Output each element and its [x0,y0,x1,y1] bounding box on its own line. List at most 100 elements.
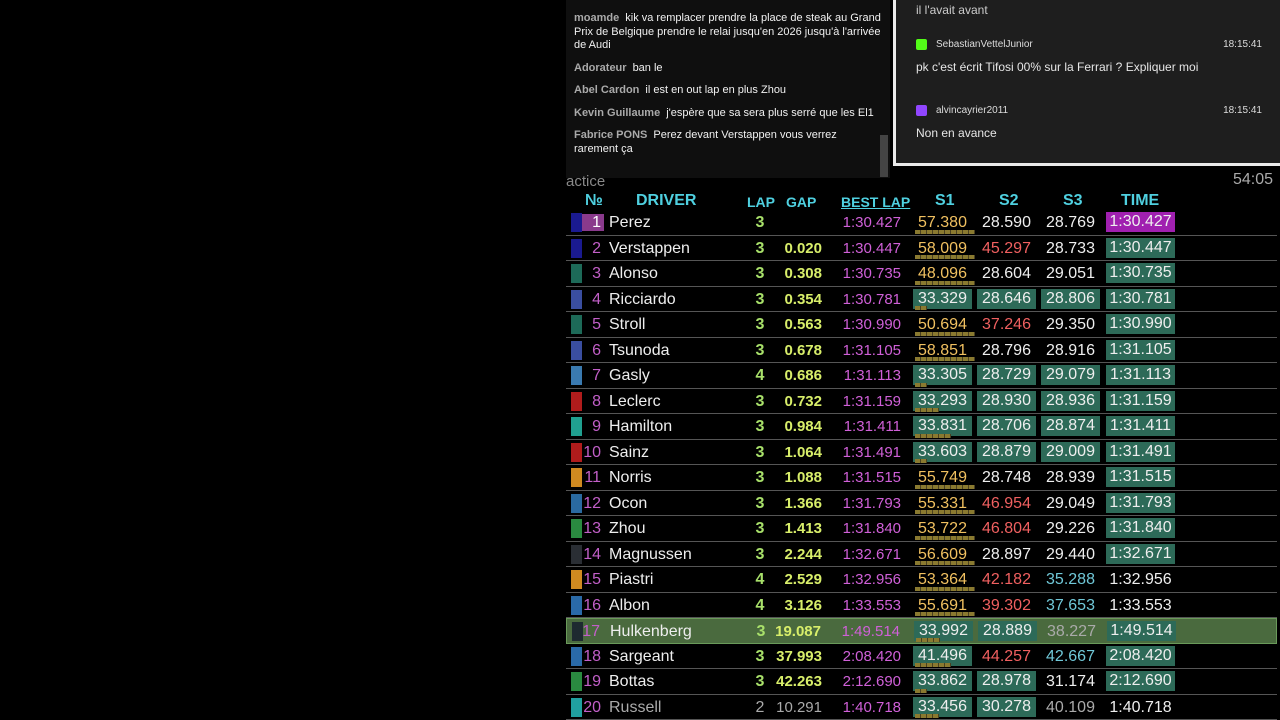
sector-2: 28.796 [982,341,1031,359]
lap-count: 3 [755,469,765,486]
team-color-bar [571,264,582,283]
driver-row[interactable]: 6 Tsunoda 3 0.678 1:31.105 58.851 28.796… [566,338,1277,363]
lap-time: 1:31.113 [1106,365,1175,385]
driver-row[interactable]: 8 Leclerc 3 0.732 1:31.159 33.293 28.930… [566,389,1277,414]
chat-message: Fabrice PONS Perez devant Verstappen vous… [574,129,882,156]
minisector-bar [915,663,951,667]
driver-row[interactable]: 18 Sargeant 3 37.993 2:08.420 41.496 44.… [566,644,1277,669]
driver-row[interactable]: 5 Stroll 3 0.563 1:30.990 50.694 37.246 … [566,312,1277,338]
sector-2: 37.246 [982,316,1031,333]
gap: 42.263 [776,673,822,690]
sector-3: 28.806 [1041,288,1100,309]
driver-row[interactable]: 19 Bottas 3 42.263 2:12.690 33.862 28.97… [566,669,1277,695]
chat-message: Kevin Guillaume j'espère que sa sera plus… [574,107,882,121]
lap-count: 3 [755,418,765,435]
driver-row[interactable]: 4 Ricciardo 3 0.354 1:30.781 33.329 28.6… [566,287,1277,312]
position: 3 [592,265,601,282]
driver-row[interactable]: 20 Russell 2 10.291 1:40.718 33.456 30.2… [566,695,1277,720]
gap: 0.563 [784,316,822,333]
sector-2: 39.302 [982,596,1031,614]
driver-row[interactable]: 12 Ocon 3 1.366 1:31.793 55.331 46.954 2… [566,491,1277,516]
minisector-bar [915,433,951,438]
sector-3: 28.874 [1041,416,1100,436]
lap-count: 3 [755,494,765,512]
lap-count: 3 [756,623,766,640]
driver-name: Norris [609,469,652,486]
position: 17 [582,623,600,640]
lap-count: 3 [755,290,765,308]
gap: 19.087 [775,623,821,640]
header-lap: LAP [747,194,775,210]
driver-row[interactable]: 1 Perez 3 1:30.427 57.380 28.590 28.769 … [566,210,1277,236]
lap-count: 4 [755,367,765,384]
team-color-bar [571,697,582,717]
session-label: actice [566,173,606,190]
sector-2: 28.729 [977,365,1036,385]
team-color-bar [571,417,582,436]
minisector-bar [915,459,927,463]
minisector-bar [915,561,975,565]
sector-2: 28.889 [978,621,1037,641]
chat-author: Adorateur [574,61,627,74]
lap-time: 1:31.840 [1106,518,1175,538]
driver-row[interactable]: 2 Verstappen 3 0.020 1:30.447 58.009 45.… [566,236,1277,261]
lap-time: 1:32.671 [1106,543,1175,564]
chat-author: Abel Cardon [574,84,640,96]
gap: 0.020 [784,239,822,257]
sector-2: 44.257 [982,647,1031,665]
driver-name: Russell [609,698,662,716]
twitch-icon [916,105,927,116]
gap: 0.686 [784,367,822,384]
sector-3: 29.350 [1046,316,1095,333]
sector-3: 28.733 [1046,239,1095,257]
driver-row[interactable]: 15 Piastri 4 2.529 1:32.956 53.364 42.18… [566,567,1277,593]
lap-time: 2:12.690 [1106,671,1175,691]
driver-name: Hulkenberg [610,623,692,640]
lap-time: 1:31.793 [1106,492,1175,513]
lap-time: 2:08.420 [1106,645,1175,666]
position: 15 [583,571,601,588]
sector-3: 29.049 [1046,494,1095,512]
team-color-bar [571,519,582,538]
header-best-lap[interactable]: BEST LAP [841,194,910,210]
driver-row[interactable]: 14 Magnussen 3 2.244 1:32.671 56.609 28.… [566,542,1277,567]
gap: 0.678 [784,341,822,359]
driver-row[interactable]: 17 Hulkenberg 3 19.087 1:49.514 33.992 2… [566,618,1277,644]
lap-count: 3 [755,341,765,359]
driver-row[interactable]: 3 Alonso 3 0.308 1:30.735 48.096 28.604 … [566,261,1277,287]
driver-row[interactable]: 11 Norris 3 1.088 1:31.515 55.749 28.748… [566,465,1277,491]
driver-row[interactable]: 7 Gasly 4 0.686 1:31.113 33.305 28.729 2… [566,363,1277,389]
position: 11 [584,469,601,486]
lap-count: 2 [755,698,765,716]
team-color-bar [571,391,582,411]
timestamp: 18:15:41 [1223,39,1262,50]
driver-row[interactable]: 16 Albon 4 3.126 1:33.553 55.691 39.302 … [566,593,1277,618]
driver-name: Stroll [609,316,646,333]
chat-text: ban le [632,61,663,74]
chat-scrollbar[interactable] [880,135,888,177]
driver-name: Perez [609,214,651,231]
chat-author: Fabrice PONS [574,129,648,141]
gap: 37.993 [776,647,822,665]
driver-name: Albon [609,596,650,614]
team-color-bar [571,468,582,487]
lap-time: 1:30.781 [1106,288,1175,309]
sector-2: 42.182 [982,571,1031,588]
position: 18 [583,647,601,665]
best-lap: 2:08.420 [842,647,901,665]
sector-2: 28.590 [982,214,1031,231]
gap: 1.366 [784,494,822,512]
lap-count: 3 [755,520,765,537]
sector-3: 28.916 [1046,341,1095,359]
position: 4 [592,290,601,308]
driver-row[interactable]: 13 Zhou 3 1.413 1:31.840 53.722 46.804 2… [566,516,1277,542]
best-lap: 1:31.491 [842,443,901,461]
sector-2: 28.897 [982,545,1031,563]
sector-2: 28.930 [977,390,1036,411]
minisector-bar [915,510,975,514]
lap-time: 1:30.990 [1106,314,1175,334]
best-lap: 1:30.735 [842,265,901,282]
driver-row[interactable]: 9 Hamilton 3 0.984 1:31.411 33.831 28.70… [566,414,1277,440]
driver-row[interactable]: 10 Sainz 3 1.064 1:31.491 33.603 28.879 … [566,440,1277,465]
sector-3: 28.939 [1046,469,1095,486]
